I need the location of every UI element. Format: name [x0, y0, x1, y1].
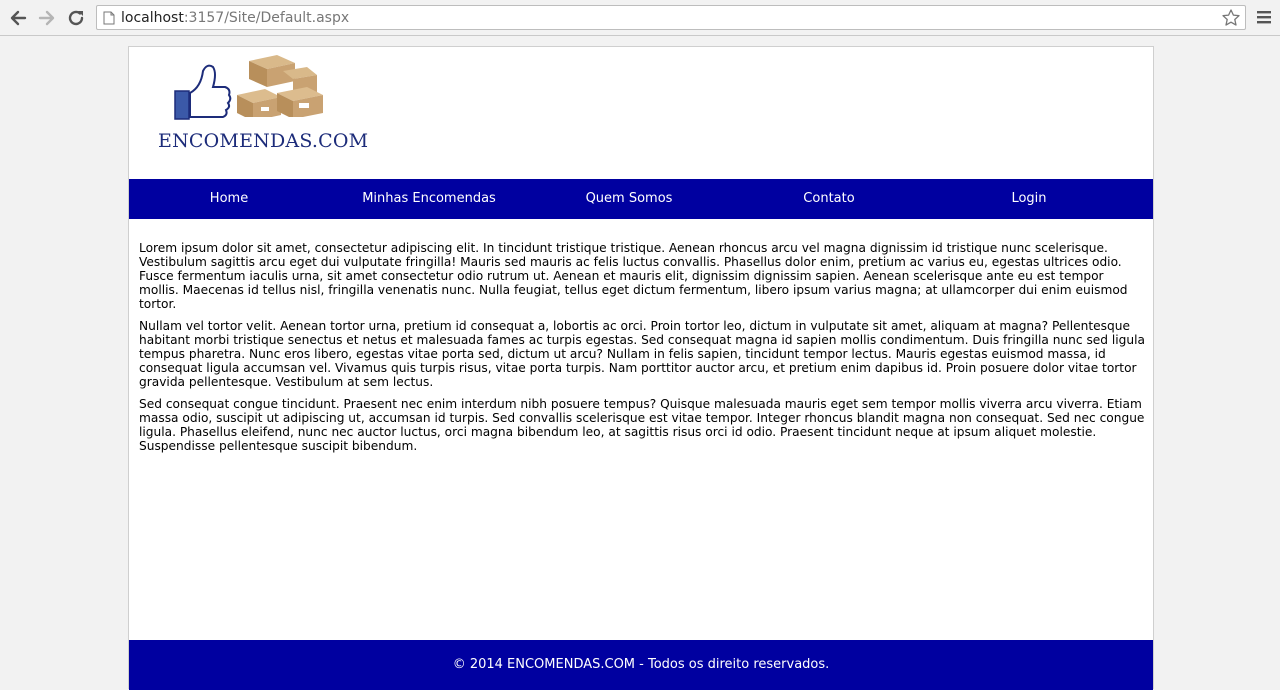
main-content: Lorem ipsum dolor sit amet, consectetur … — [139, 241, 1145, 461]
site-header: ENCOMENDAS.COM — [129, 47, 1153, 179]
forward-button[interactable] — [36, 7, 58, 29]
page-icon — [103, 11, 115, 25]
nav-contato[interactable]: Contato — [729, 179, 929, 219]
nav-minhas-encomendas[interactable]: Minhas Encomendas — [329, 179, 529, 219]
address-bar[interactable]: localhost:3157/Site/Default.aspx — [96, 5, 1246, 30]
site-page: ENCOMENDAS.COM Home Minhas Encomendas Qu… — [128, 46, 1154, 690]
nav-home[interactable]: Home — [129, 179, 329, 219]
paragraph: Nullam vel tortor velit. Aenean tortor u… — [139, 319, 1145, 389]
menu-icon[interactable] — [1256, 9, 1272, 25]
site-footer: © 2014 ENCOMENDAS.COM - Todos os direito… — [129, 640, 1153, 690]
url-text[interactable]: localhost:3157/Site/Default.aspx — [121, 10, 349, 26]
nav-quem-somos[interactable]: Quem Somos — [529, 179, 729, 219]
site-logo[interactable]: ENCOMENDAS.COM — [157, 55, 368, 157]
forward-arrow-icon — [38, 10, 55, 26]
paragraph: Sed consequat congue tincidunt. Praesent… — [139, 397, 1145, 453]
reload-button[interactable] — [65, 7, 87, 29]
back-arrow-icon — [10, 10, 27, 26]
logo-text: ENCOMENDAS.COM — [158, 130, 369, 152]
star-icon[interactable] — [1221, 8, 1241, 28]
nav-login[interactable]: Login — [929, 179, 1129, 219]
url-path: :3157/Site/Default.aspx — [183, 10, 350, 26]
back-button[interactable] — [7, 7, 29, 29]
boxes-icon — [237, 55, 323, 117]
url-host: localhost — [121, 10, 184, 26]
browser-toolbar: localhost:3157/Site/Default.aspx — [0, 0, 1280, 36]
reload-icon — [68, 10, 84, 26]
main-nav: Home Minhas Encomendas Quem Somos Contat… — [129, 179, 1153, 219]
paragraph: Lorem ipsum dolor sit amet, consectetur … — [139, 241, 1128, 311]
